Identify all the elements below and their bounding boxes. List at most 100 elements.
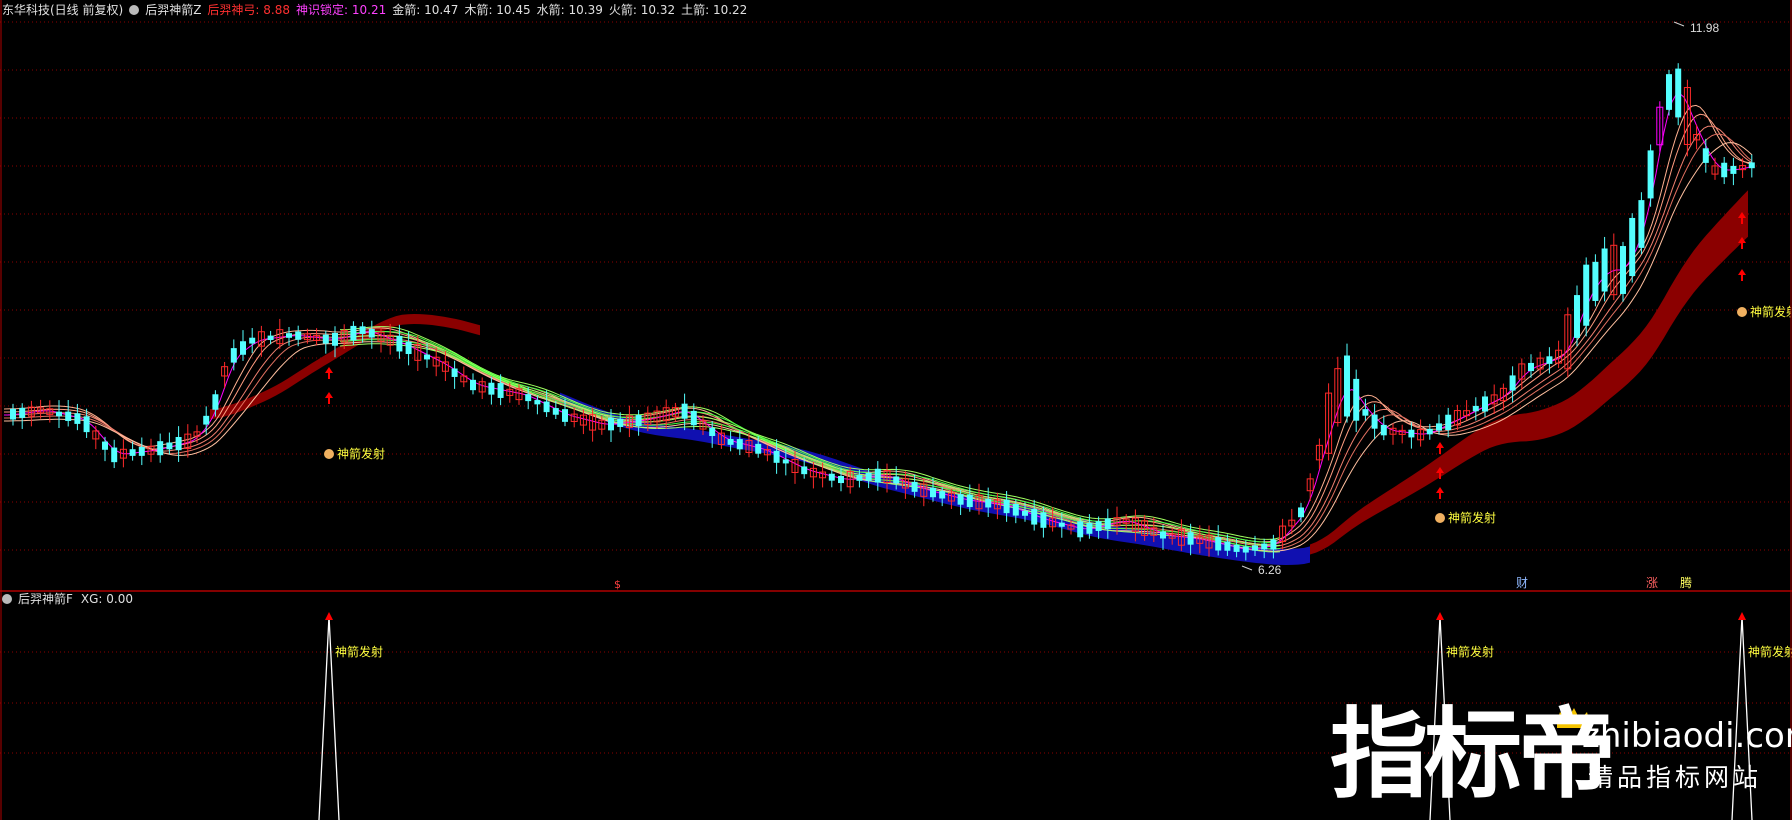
sub-panel-header: 后羿神箭F XG: 0.00	[2, 591, 139, 607]
candle-body-down	[1371, 414, 1378, 429]
watermark-domain: zhibiaodi.com	[1582, 716, 1792, 756]
candle-body-down	[635, 415, 642, 427]
candle-body-down	[1426, 428, 1433, 435]
candle-body-down	[249, 337, 256, 344]
candle-body-down	[966, 494, 973, 508]
candle-body-down	[1077, 521, 1084, 538]
indicator-name[interactable]: 后羿神箭Z	[145, 3, 201, 17]
low-price-label: 6.26	[1258, 563, 1282, 577]
candle-body-down	[1224, 541, 1231, 551]
settings-dot-icon[interactable]	[129, 5, 140, 15]
candle-body-down	[497, 383, 504, 398]
candle-body-down	[1436, 423, 1442, 431]
candle-body-down	[562, 409, 568, 422]
candle-body-down	[552, 408, 559, 415]
candle-body-down	[1528, 362, 1534, 372]
candle-body-down	[1058, 522, 1065, 527]
candle-body-down	[617, 418, 624, 427]
candle-body-down	[930, 487, 936, 498]
xg-spike-label: 神箭发射	[1446, 644, 1494, 659]
sub-indicator-name[interactable]: 后羿神箭F	[18, 592, 73, 606]
hand-pointer-icon	[1737, 307, 1747, 317]
candle-body-down	[359, 326, 366, 334]
candle-body-down	[893, 476, 900, 484]
candle-body-down	[1298, 507, 1304, 518]
candle-body-down	[1592, 261, 1599, 301]
candle-body-down	[736, 439, 743, 450]
candle-body-down	[405, 341, 412, 355]
legend-item: 金箭: 10.47	[392, 3, 459, 17]
candle-body-down	[911, 481, 918, 492]
candle-body-down	[230, 348, 237, 363]
candle-body-down	[985, 498, 992, 508]
candle-body-down	[129, 449, 136, 456]
candle-body-down	[1086, 523, 1093, 534]
signal-label-text: 神箭发射	[337, 446, 385, 461]
candle-body-down	[838, 475, 844, 484]
candle-body-down	[690, 410, 697, 426]
candle-body-down	[681, 403, 688, 419]
candle-body-down	[286, 333, 292, 338]
candle-body-down	[65, 411, 72, 421]
candle-body-down	[1666, 74, 1672, 110]
candle-body-down	[1629, 217, 1636, 277]
candle-body-down	[1012, 504, 1019, 516]
candle-body-down	[1445, 414, 1452, 431]
candle-body-down	[1482, 396, 1488, 412]
candle-body-down	[212, 394, 219, 410]
candle-body-down	[396, 335, 403, 352]
candle-body-down	[801, 466, 808, 475]
candle-body-down	[1380, 424, 1387, 436]
candle-body-down	[1261, 543, 1268, 550]
candle-body-down	[1620, 246, 1626, 294]
candle-body-down	[608, 417, 614, 431]
candle-body-down	[828, 473, 835, 481]
candle-body-down	[1702, 148, 1709, 163]
candle-body-down	[138, 446, 145, 456]
high-price-label: 11.98	[1690, 21, 1719, 35]
candle-body-down	[1472, 405, 1479, 412]
candle-body-down	[1095, 521, 1102, 531]
legend-item: 土箭: 10.22	[681, 3, 748, 17]
candle-body-down	[1546, 356, 1553, 364]
candle-body-down	[1003, 499, 1010, 514]
candle-body-down	[10, 408, 16, 420]
candle-body-down	[939, 491, 946, 499]
candle-body-down	[203, 415, 210, 425]
hand-pointer-icon	[1435, 513, 1445, 523]
hand-pointer-icon	[324, 449, 334, 459]
xg-spike-label: 神箭发射	[1748, 644, 1792, 659]
candle-body-down	[755, 443, 762, 454]
candle-body-down	[350, 325, 357, 341]
candle-body-down	[1574, 295, 1580, 338]
candle-body-down	[295, 331, 302, 340]
candle-body-down	[102, 441, 108, 450]
candle-body-down	[1187, 532, 1194, 545]
candle-body-down	[332, 332, 338, 346]
tag-cai: 财	[1516, 576, 1528, 590]
candle-body-down	[782, 459, 789, 464]
candle-body-down	[56, 411, 62, 417]
candle-body-down	[773, 450, 780, 463]
chart-canvas[interactable]: 神箭发射神箭发射神箭发射 神箭发射神箭发射神箭发射 11.98 6.26 $ 财…	[0, 0, 1792, 820]
candle-body-down	[1031, 508, 1038, 525]
candle-body-down	[111, 447, 118, 463]
stock-title[interactable]: 东华科技(日线 前复权)	[2, 3, 123, 17]
candle-body-down	[1748, 162, 1755, 169]
legend-item: 木箭: 10.45	[464, 3, 531, 17]
candle-body-down	[1638, 200, 1645, 248]
settings-dot-icon[interactable]	[2, 594, 12, 604]
candle-body-down	[267, 335, 274, 341]
candle-body-down	[424, 354, 430, 360]
candle-body-down	[19, 407, 26, 418]
candle-body-down	[525, 394, 532, 402]
watermark-slogan: 精品指标网站	[1588, 763, 1763, 792]
signal-label-text: 神箭发射	[1750, 304, 1792, 319]
candle-body-down	[957, 494, 964, 505]
candle-body-down	[368, 329, 375, 338]
candle-body-down	[1647, 150, 1654, 199]
candle-body-down	[1408, 429, 1415, 438]
legend-item: 神识锁定: 10.21	[296, 3, 387, 17]
candle-body-down	[157, 441, 164, 456]
candle-body-down	[1353, 378, 1360, 421]
